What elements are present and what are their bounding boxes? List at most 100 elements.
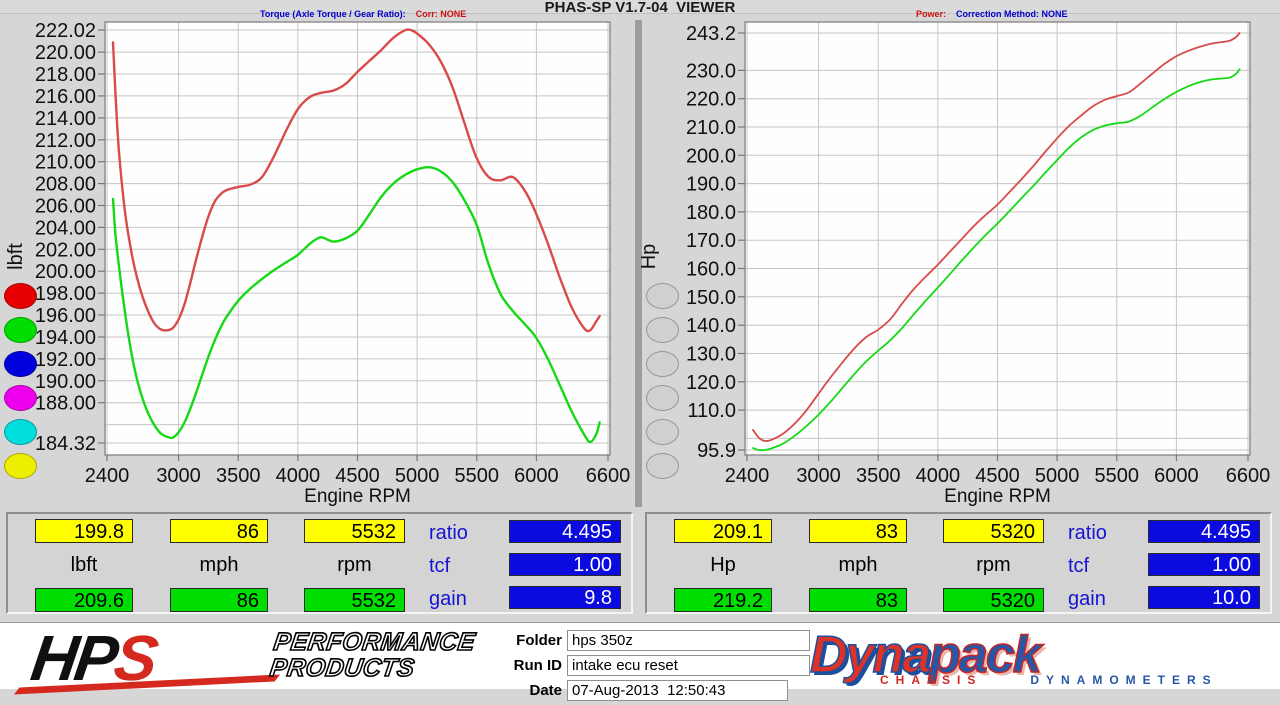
svg-text:2400: 2400 [725,465,770,487]
hps-logo-line2: PRODUCTS [267,653,417,683]
svg-text:3000: 3000 [796,465,841,487]
date-row: Date 07-Aug-2013 12:50:43 [502,680,810,701]
svg-text:Engine RPM: Engine RPM [304,486,411,507]
svg-text:190.00: 190.00 [35,371,96,393]
svg-text:214.00: 214.00 [35,108,96,130]
svg-text:204.00: 204.00 [35,217,96,239]
svg-text:130.0: 130.0 [686,343,736,365]
power-run2-rpm: 5320 [943,588,1044,612]
svg-text:4500: 4500 [975,465,1020,487]
svg-text:6600: 6600 [1226,465,1271,487]
svg-text:6600: 6600 [586,465,631,487]
svg-text:2400: 2400 [85,465,130,487]
date-label: Date [529,682,562,699]
run-select-disabled-slot-4[interactable] [646,385,679,411]
run-info-fields: Folder hps 350z Run ID intake ecu reset … [502,630,810,705]
svg-text:198.00: 198.00 [35,283,96,305]
svg-text:4500: 4500 [335,465,380,487]
rpm-unit-label: rpm [976,554,1011,576]
tcf-value: 1.00 [509,553,621,576]
svg-text:220.0: 220.0 [686,89,736,111]
tcf-label: tcf [1068,555,1090,577]
svg-text:6000: 6000 [514,465,559,487]
ratio-value: 4.495 [509,520,621,543]
svg-text:Hp: Hp [639,244,660,270]
gain-value: 9.8 [509,586,621,609]
power-header-label: Power: [916,9,947,19]
svg-text:170.0: 170.0 [686,230,736,252]
svg-text:218.00: 218.00 [35,64,96,86]
power-run1-mph: 83 [809,519,907,543]
tcf-value: 1.00 [1148,553,1260,576]
run-select-magenta[interactable] [4,385,37,411]
gain-label: gain [429,588,467,610]
svg-text:188.00: 188.00 [35,393,96,415]
dynapack-chassis-label: CHASSIS [880,673,983,687]
svg-text:4000: 4000 [276,465,321,487]
svg-text:222.02: 222.02 [35,20,96,42]
hps-logo-line1: PERFORMANCE [271,627,478,657]
svg-text:192.00: 192.00 [35,349,96,371]
torque-run1-rpm: 5532 [304,519,405,543]
run-id-row: Run ID intake ecu reset [502,655,810,676]
power-run1-rpm: 5320 [943,519,1044,543]
run-select-disabled-slot-1[interactable] [646,283,679,309]
date-input[interactable]: 07-Aug-2013 12:50:43 [567,680,788,701]
torque-run1-value: 199.8 [35,519,133,543]
svg-text:140.0: 140.0 [686,315,736,337]
svg-text:3000: 3000 [156,465,201,487]
svg-text:lbft: lbft [6,243,27,270]
svg-text:212.00: 212.00 [35,130,96,152]
svg-text:4000: 4000 [916,465,961,487]
svg-text:202.00: 202.00 [35,239,96,261]
svg-text:110.0: 110.0 [687,400,736,422]
gain-label: gain [1068,588,1106,610]
folder-label: Folder [516,632,562,649]
power-run2-mph: 83 [809,588,907,612]
svg-text:184.32: 184.32 [35,433,96,455]
window-title: PHAS-SP V1.7-04_VIEWER [0,0,1280,14]
folder-input[interactable]: hps 350z [567,630,810,651]
run-select-disabled-slot-5[interactable] [646,419,679,445]
mph-unit-label: mph [838,554,878,576]
dynapack-logo-subtitle: CHASSIS DYNAMOMETERS [880,673,1218,687]
svg-text:3500: 3500 [216,465,261,487]
run-select-disabled-slot-3[interactable] [646,351,679,377]
torque-header-label: Torque (Axle Torque / Gear Ratio): [260,9,406,19]
run-id-input[interactable]: intake ecu reset [567,655,810,676]
svg-text:120.0: 120.0 [686,372,736,394]
svg-text:210.00: 210.00 [35,152,96,174]
run-select-disabled-slot-6[interactable] [646,453,679,479]
power-chart: 243.2 230.0 220.0 210.0 200.0 190.0 180.0 170.0… [639,21,1271,507]
svg-text:5500: 5500 [1095,465,1140,487]
run-select-yellow[interactable] [4,453,37,479]
svg-text:200.0: 200.0 [686,145,736,167]
run-select-cyan[interactable] [4,419,37,445]
ratio-label: ratio [1068,522,1107,544]
torque-run2-mph: 86 [170,588,268,612]
svg-text:150.0: 150.0 [686,287,736,309]
power-correction-label: Correction Method: NONE [956,9,1068,19]
run-id-label: Run ID [513,657,562,674]
svg-text:220.00: 220.00 [35,42,96,64]
run-select-disabled-slot-2[interactable] [646,317,679,343]
tcf-label: tcf [429,555,451,577]
power-unit-label: Hp [710,554,736,576]
run-select-blue[interactable] [4,351,37,377]
svg-text:95.9: 95.9 [697,440,736,462]
torque-unit-label: lbft [70,554,98,576]
svg-text:206.00: 206.00 [35,195,96,217]
svg-text:3500: 3500 [856,465,901,487]
torque-stat-panel: 199.8 86 5532 lbft mph rpm 209.6 86 5532… [6,512,633,614]
run-select-green[interactable] [4,317,37,343]
svg-text:216.00: 216.00 [35,86,96,108]
svg-text:230.0: 230.0 [686,60,736,82]
torque-chart-header: Torque (Axle Torque / Gear Ratio): Corr:… [260,9,466,19]
svg-text:5000: 5000 [395,465,440,487]
power-run2-value: 219.2 [674,588,772,612]
run-select-red[interactable] [4,283,37,309]
folder-row: Folder hps 350z [502,630,810,651]
svg-text:210.0: 210.0 [686,117,736,139]
svg-text:200.00: 200.00 [35,261,96,283]
rpm-unit-label: rpm [337,554,372,576]
